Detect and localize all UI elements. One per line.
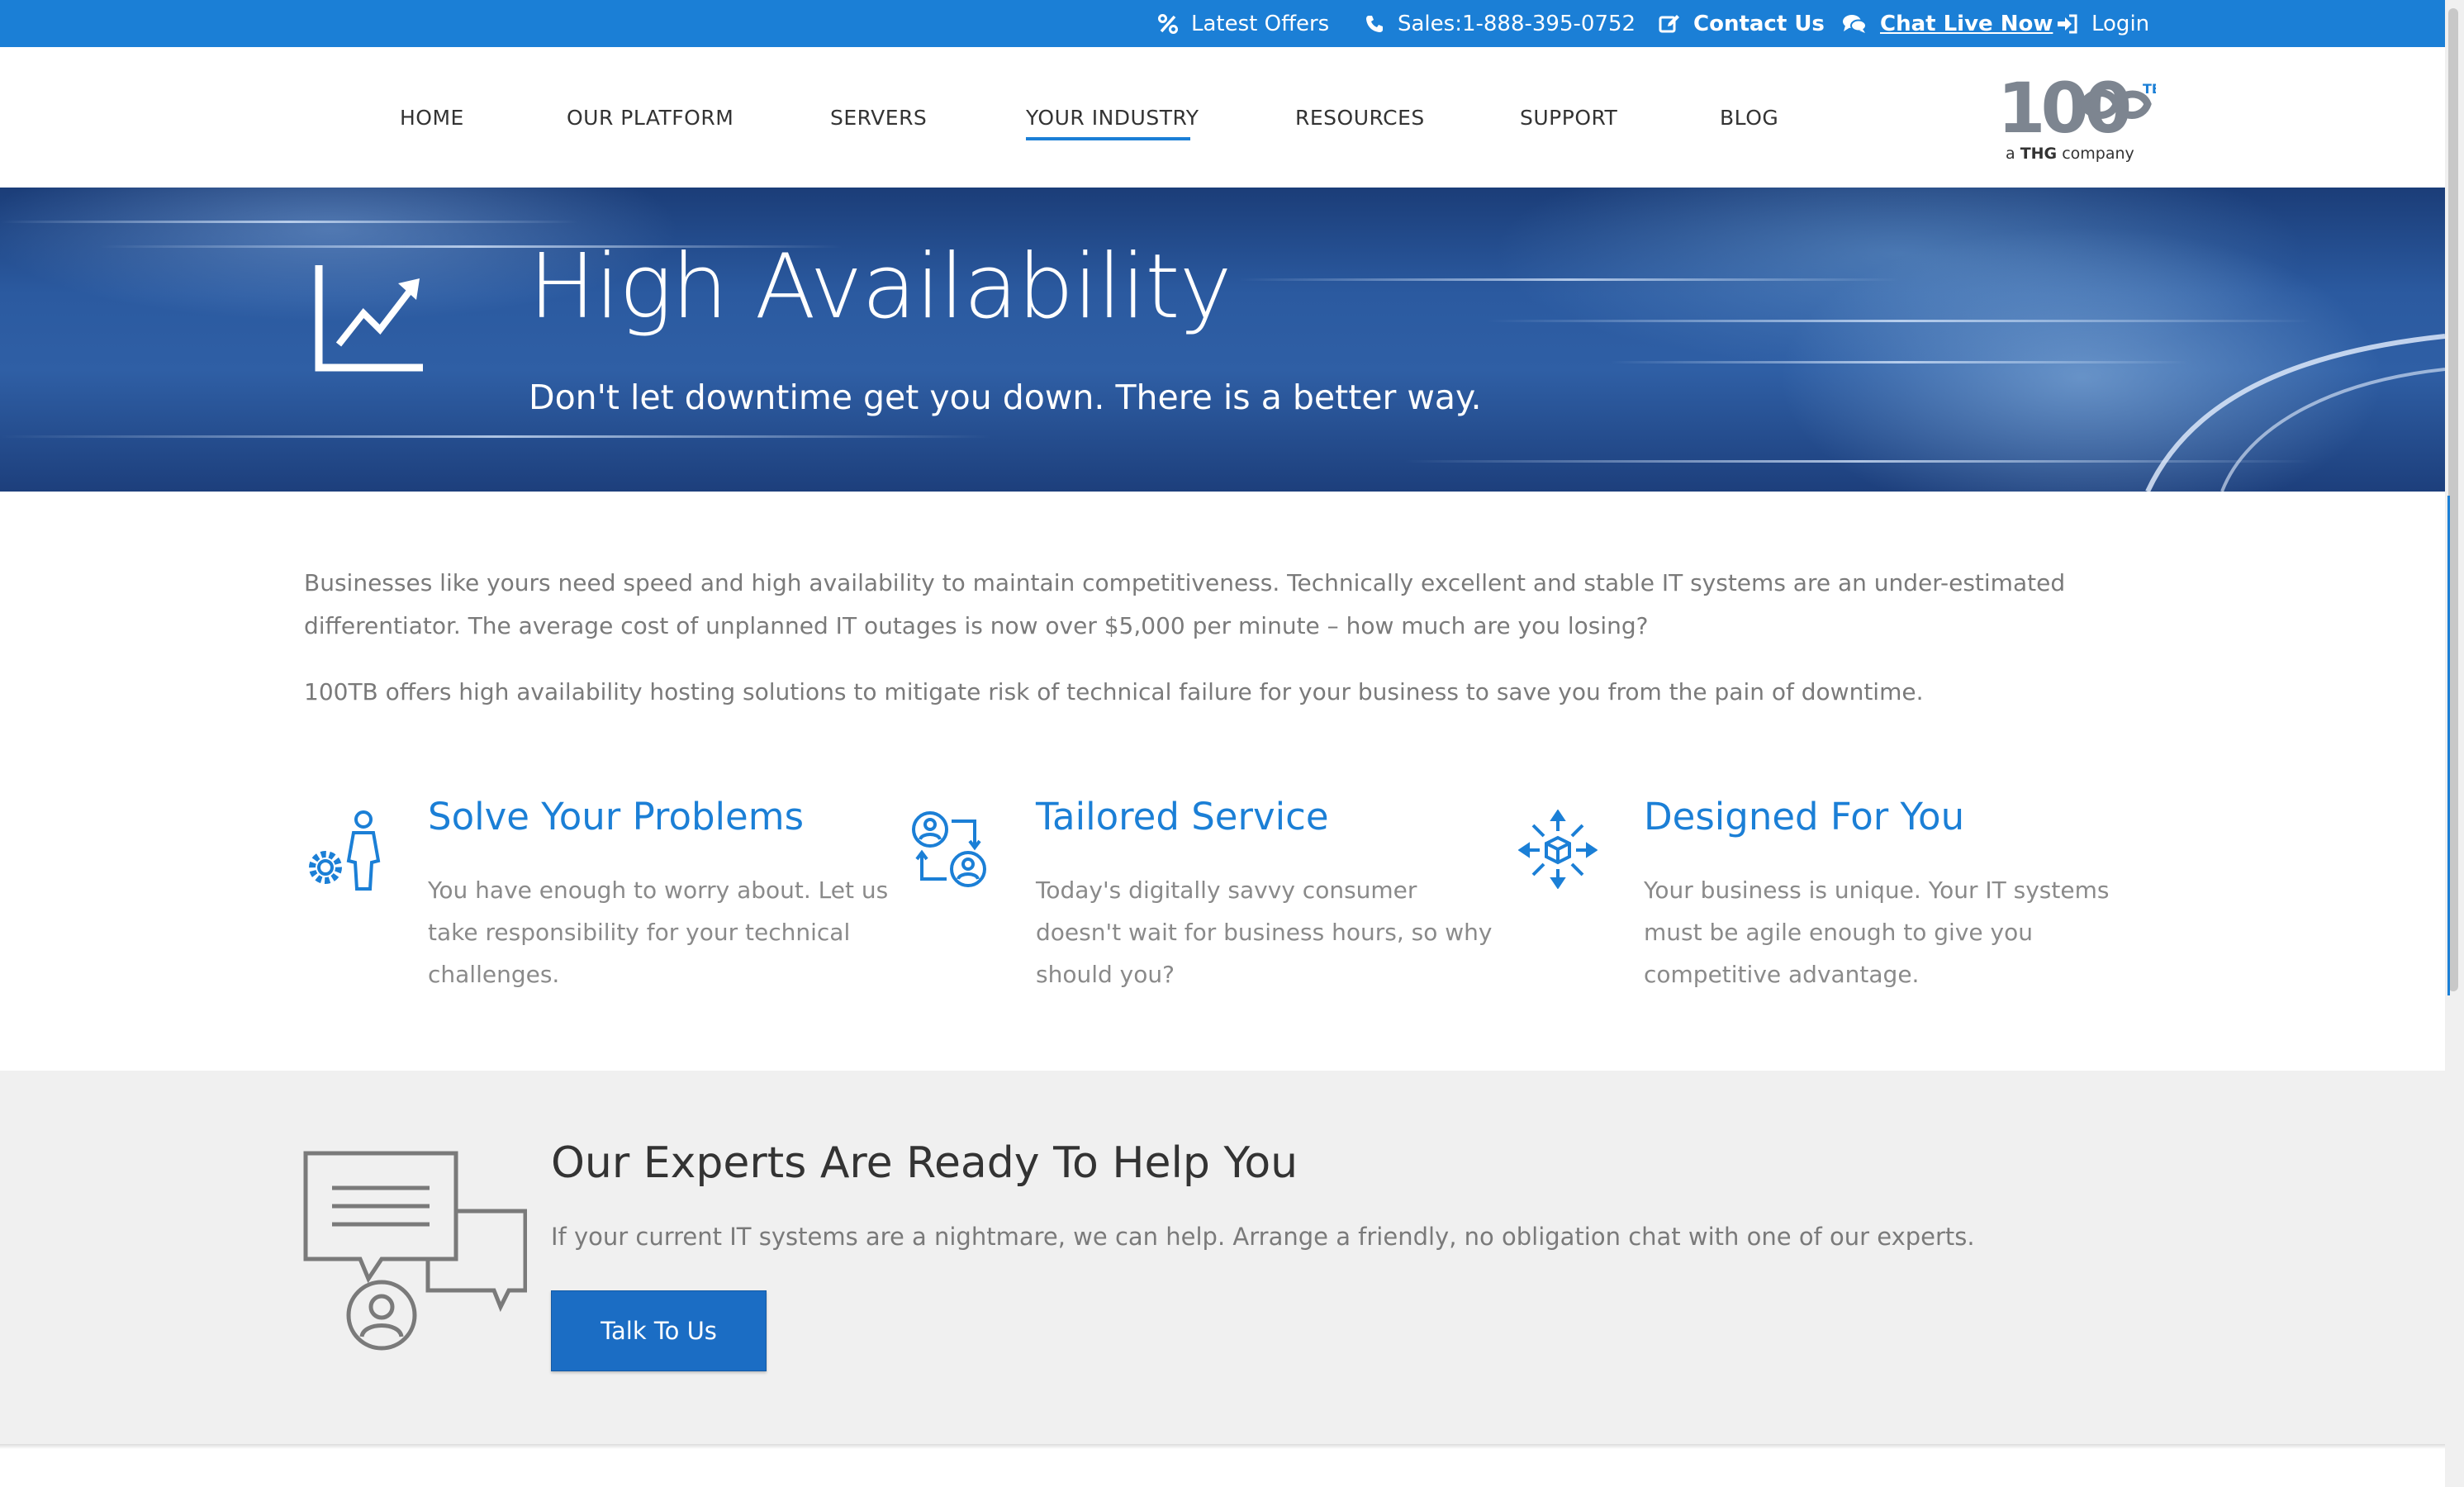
intro-paragraph-2: 100TB offers high availability hosting s… xyxy=(304,678,1924,705)
experts-title: Our Experts Are Ready To Help You xyxy=(551,1138,1298,1188)
logo-tagline: a THG company xyxy=(2006,145,2134,163)
feature-title-tailored: Tailored Service xyxy=(1036,795,1329,839)
percent-icon xyxy=(1158,13,1178,34)
contact-us-label: Contact Us xyxy=(1693,11,1825,36)
nav-item-our-platform[interactable]: OUR PLATFORM xyxy=(567,47,734,188)
page-title: High Availability xyxy=(529,235,1232,339)
nav-active-underline xyxy=(1026,137,1190,140)
chat-live-now-label: Chat Live Now xyxy=(1880,11,2053,36)
light-streak xyxy=(0,435,991,438)
user-exchange-icon xyxy=(912,811,986,887)
latest-offers-label: Latest Offers xyxy=(1191,11,1330,36)
cube-network-icon xyxy=(1518,810,1598,889)
intro-paragraph-1: Businesses like yours need speed and hig… xyxy=(304,569,2066,639)
sales-phone-link[interactable]: Sales:1-888-395-0752 xyxy=(1365,0,1636,47)
top-utility-bar: Latest Offers Sales:1-888-395-0752 Conta… xyxy=(0,0,2445,47)
person-gear-icon xyxy=(309,810,381,891)
nav-item-support[interactable]: SUPPORT xyxy=(1520,47,1617,188)
feature-title-designed: Designed For You xyxy=(1644,795,1965,839)
chat-live-now-link[interactable]: Chat Live Now xyxy=(1842,0,2053,47)
nav-item-blog[interactable]: BLOG xyxy=(1720,47,1778,188)
logo-superscript: TB xyxy=(2143,81,2156,97)
edit-icon xyxy=(1659,14,1679,32)
nav-item-your-industry[interactable]: YOUR INDUSTRY xyxy=(1026,47,1199,188)
feature-text-tailored: Today's digitally savvy consumer doesn't… xyxy=(1036,877,1493,988)
experts-text: If your current IT systems are a nightma… xyxy=(551,1223,1975,1251)
page-subtitle: Don't let downtime get you down. There i… xyxy=(529,378,1482,417)
login-icon xyxy=(2058,14,2077,33)
feature-text-solve: You have enough to worry about. Let us t… xyxy=(428,877,889,988)
logo-100-mark: 100 TB a THG company xyxy=(1997,68,2162,163)
feature-text-designed: Your business is unique. Your IT systems… xyxy=(1644,877,2110,988)
nav-item-home[interactable]: HOME xyxy=(400,47,464,188)
light-streak xyxy=(1239,278,1900,281)
speech-bubbles-user-icon xyxy=(303,1151,527,1351)
phone-icon xyxy=(1366,15,1383,32)
talk-to-us-button[interactable]: Talk To Us xyxy=(551,1290,767,1371)
login-link[interactable]: Login xyxy=(2057,0,2149,47)
scroll-indicator xyxy=(2447,496,2450,995)
brand-logo[interactable]: 100 TB a THG company xyxy=(1991,68,2162,164)
road-curve-graphic xyxy=(2145,334,2445,492)
nav-item-resources[interactable]: RESOURCES xyxy=(1295,47,1425,188)
section-divider xyxy=(0,1444,2445,1449)
hero-banner: High Availability Don't let downtime get… xyxy=(0,188,2445,492)
sales-phone-label: Sales:1-888-395-0752 xyxy=(1398,11,1636,36)
latest-offers-link[interactable]: Latest Offers xyxy=(1158,0,1329,47)
nav-item-servers[interactable]: SERVERS xyxy=(830,47,927,188)
feature-title-solve: Solve Your Problems xyxy=(428,795,805,839)
light-streak xyxy=(0,221,578,223)
contact-us-link[interactable]: Contact Us xyxy=(1659,0,1825,47)
login-label: Login xyxy=(2091,11,2150,36)
chat-bubbles-icon xyxy=(1843,14,1867,33)
growth-chart-icon xyxy=(315,265,423,372)
